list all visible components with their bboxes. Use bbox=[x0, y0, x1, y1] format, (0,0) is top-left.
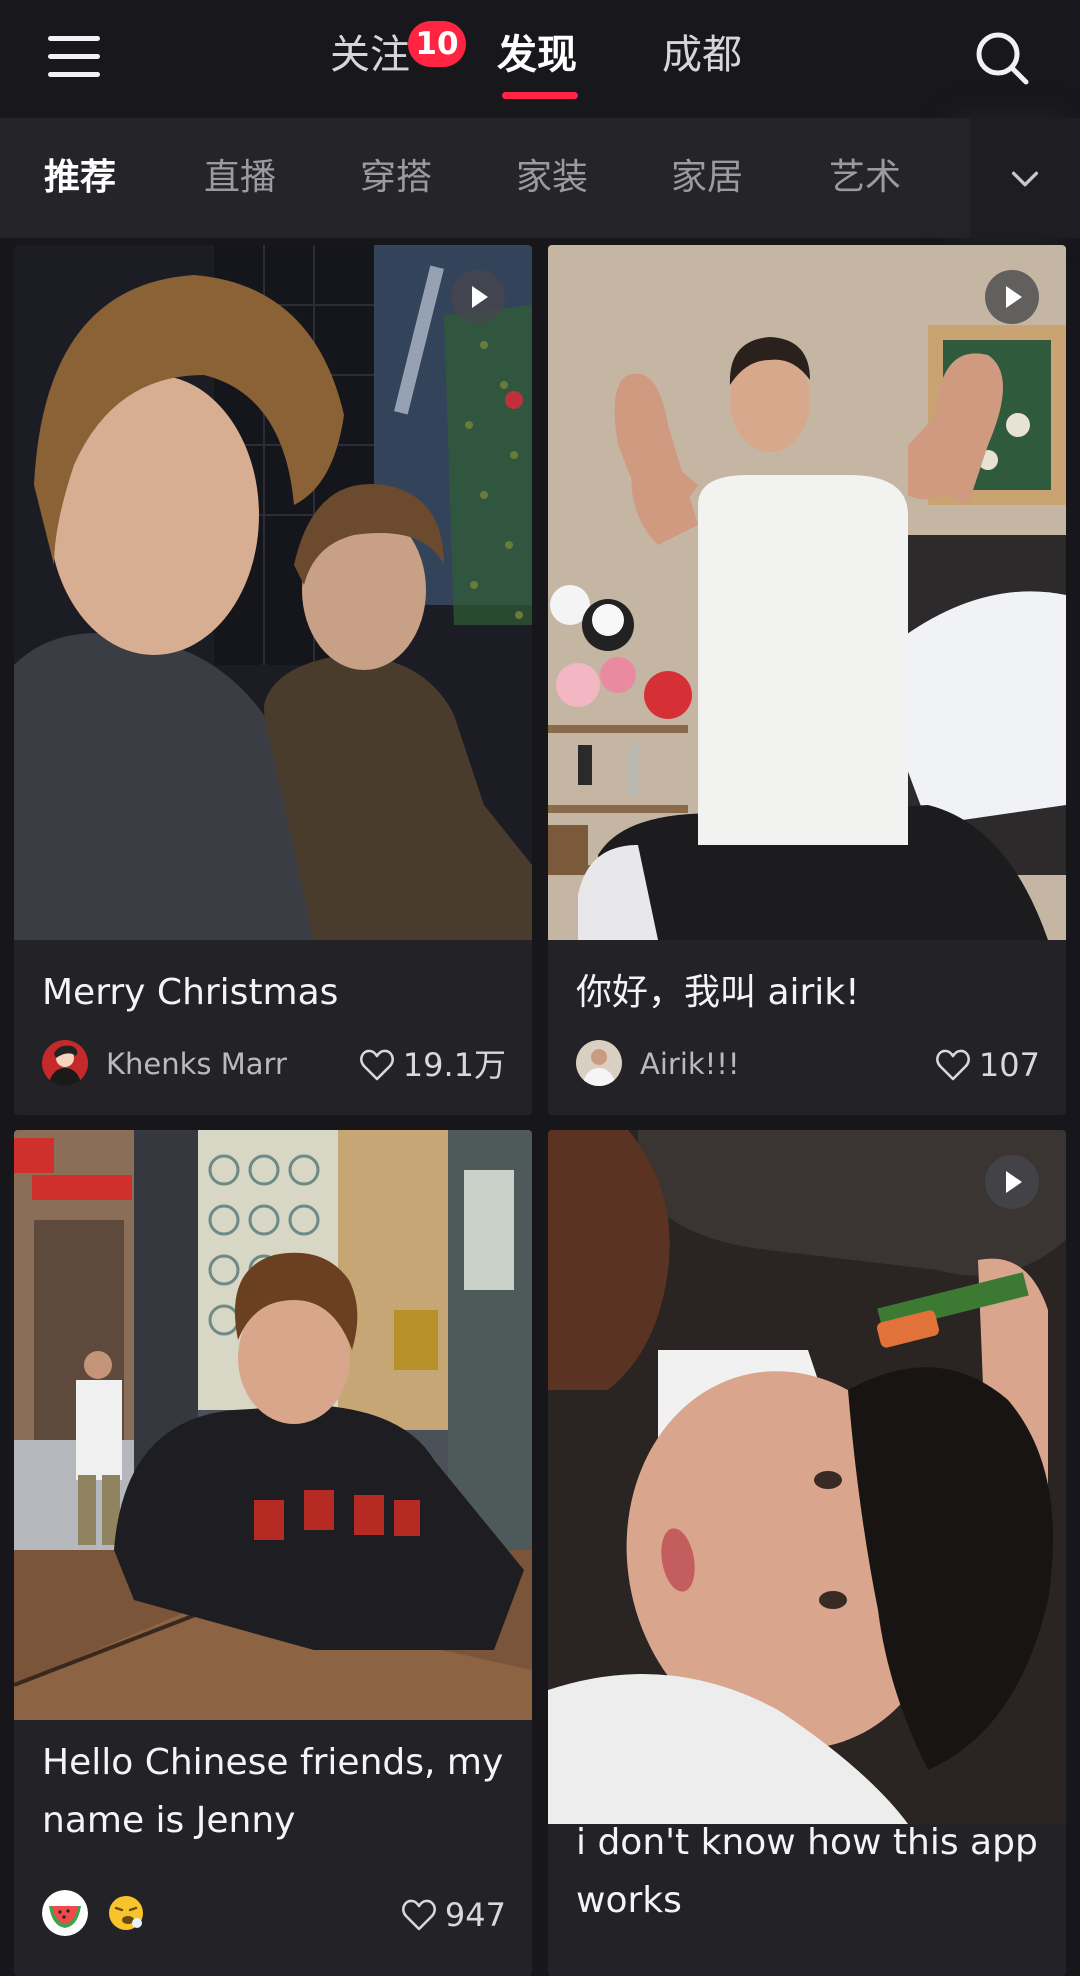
post-cover-image bbox=[548, 1130, 1066, 1824]
feed-card[interactable]: 你好，我叫 airik! Airik!!! 107 bbox=[548, 245, 1066, 1115]
play-icon bbox=[985, 270, 1039, 324]
category-home-decor[interactable]: 家装 bbox=[516, 152, 588, 204]
feed-card[interactable]: i don't know how this app works bbox=[548, 1130, 1066, 1976]
tab-discover[interactable]: 发现 bbox=[497, 26, 577, 84]
author-name[interactable]: Khenks Marr bbox=[106, 1044, 287, 1084]
category-live[interactable]: 直播 bbox=[204, 152, 276, 204]
category-art[interactable]: 艺术 bbox=[829, 152, 901, 204]
heart-icon bbox=[936, 1049, 970, 1081]
heart-icon bbox=[402, 1899, 436, 1931]
watermelon-avatar-icon[interactable] bbox=[42, 1890, 88, 1936]
post-title: 你好，我叫 airik! bbox=[576, 972, 860, 1013]
post-title: Merry Christmas bbox=[42, 972, 339, 1013]
like-button[interactable]: 19.1万 bbox=[359, 1045, 506, 1085]
avatar[interactable] bbox=[576, 1040, 622, 1086]
top-navigation-bar: 关注 10 发现 成都 bbox=[0, 0, 1080, 118]
expand-categories-button[interactable] bbox=[970, 118, 1080, 238]
author-name[interactable]: Airik!!! bbox=[640, 1044, 740, 1084]
category-outfits[interactable]: 穿搭 bbox=[360, 152, 432, 204]
author-name[interactable] bbox=[106, 1893, 146, 1943]
play-icon bbox=[985, 1155, 1039, 1209]
sneeze-emoji-icon bbox=[109, 1896, 143, 1930]
category-recommended[interactable]: 推荐 bbox=[44, 152, 116, 204]
post-cover-image bbox=[14, 1130, 532, 1720]
active-tab-indicator bbox=[502, 92, 578, 99]
tab-follow[interactable]: 关注 bbox=[330, 26, 410, 84]
like-count: 19.1万 bbox=[402, 1046, 506, 1084]
avatar[interactable] bbox=[42, 1040, 88, 1086]
like-button[interactable]: 107 bbox=[935, 1045, 1040, 1085]
category-home-living[interactable]: 家居 bbox=[671, 152, 743, 204]
menu-icon[interactable] bbox=[48, 34, 102, 80]
post-cover-image bbox=[14, 245, 532, 940]
category-bar: 推荐 直播 穿搭 家装 家居 艺术 bbox=[0, 118, 1080, 238]
chevron-down-icon bbox=[1011, 171, 1039, 187]
like-count: 107 bbox=[978, 1046, 1040, 1084]
search-icon[interactable] bbox=[972, 28, 1032, 88]
play-icon bbox=[451, 270, 505, 324]
feed-card[interactable]: Hello Chinese friends, my name is Jenny … bbox=[14, 1130, 532, 1976]
heart-icon bbox=[359, 1049, 394, 1081]
tab-city[interactable]: 成都 bbox=[662, 26, 742, 84]
like-count: 947 bbox=[444, 1896, 506, 1934]
post-title: i don't know how this app works bbox=[576, 1822, 1038, 1921]
feed-card[interactable]: Merry Christmas Khenks Marr 19.1万 bbox=[14, 245, 532, 1115]
post-cover-image bbox=[548, 245, 1066, 940]
like-button[interactable]: 947 bbox=[401, 1895, 506, 1935]
follow-count-badge: 10 bbox=[408, 21, 466, 67]
post-title: Hello Chinese friends, my name is Jenny bbox=[42, 1742, 504, 1841]
